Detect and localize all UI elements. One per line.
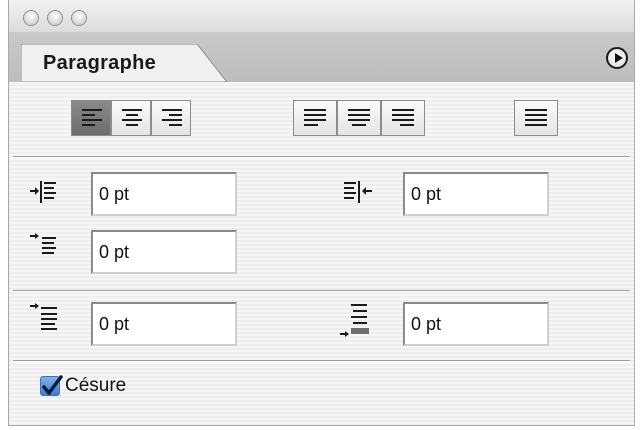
hyphenation-checkbox[interactable] <box>40 375 63 396</box>
panel-content: 0 pt 0 pt 0 pt 0 pt 0 pt Césure <box>9 82 634 425</box>
section-divider <box>13 360 630 362</box>
right-indent-input[interactable]: 0 pt <box>403 172 549 216</box>
align-center-icon <box>122 109 142 126</box>
left-indent-input[interactable]: 0 pt <box>91 172 237 216</box>
tab-label: Paragraphe <box>43 52 157 74</box>
title-bar[interactable] <box>9 0 634 32</box>
justify-last-left-icon <box>304 109 326 126</box>
close-window-button[interactable] <box>23 10 39 26</box>
space-before-input[interactable]: 0 pt <box>91 302 237 346</box>
section-divider <box>13 290 630 292</box>
justify-last-left-button[interactable] <box>293 100 337 136</box>
justify-all-icon <box>525 109 547 126</box>
panel-menu-button[interactable] <box>606 47 628 69</box>
space-before-icon <box>30 303 57 330</box>
align-center-button[interactable] <box>111 100 151 136</box>
justify-last-right-icon <box>392 109 414 126</box>
left-indent-icon <box>30 181 56 203</box>
first-line-indent-icon <box>30 233 56 254</box>
justify-last-center-icon <box>348 109 370 126</box>
tab-paragraphe[interactable]: Paragraphe <box>21 44 229 82</box>
minimize-window-button[interactable] <box>47 10 63 26</box>
align-right-button[interactable] <box>151 100 191 136</box>
align-left-button[interactable] <box>71 100 111 136</box>
zoom-window-button[interactable] <box>71 10 87 26</box>
space-after-icon <box>340 304 369 337</box>
right-indent-icon <box>344 181 372 203</box>
first-line-indent-input[interactable]: 0 pt <box>91 230 237 274</box>
checkmark-icon <box>42 375 63 395</box>
align-left-icon <box>82 109 102 126</box>
section-divider <box>13 156 630 158</box>
justify-last-right-button[interactable] <box>381 100 425 136</box>
space-after-input[interactable]: 0 pt <box>403 302 549 346</box>
justify-last-center-button[interactable] <box>337 100 381 136</box>
tab-strip: Paragraphe <box>9 32 634 82</box>
justify-all-button[interactable] <box>514 100 558 136</box>
align-right-icon <box>162 109 182 126</box>
paragraph-panel: Paragraphe 0 pt 0 pt 0 pt 0 pt 0 pt Césu… <box>8 0 635 426</box>
hyphenation-label[interactable]: Césure <box>65 375 126 397</box>
